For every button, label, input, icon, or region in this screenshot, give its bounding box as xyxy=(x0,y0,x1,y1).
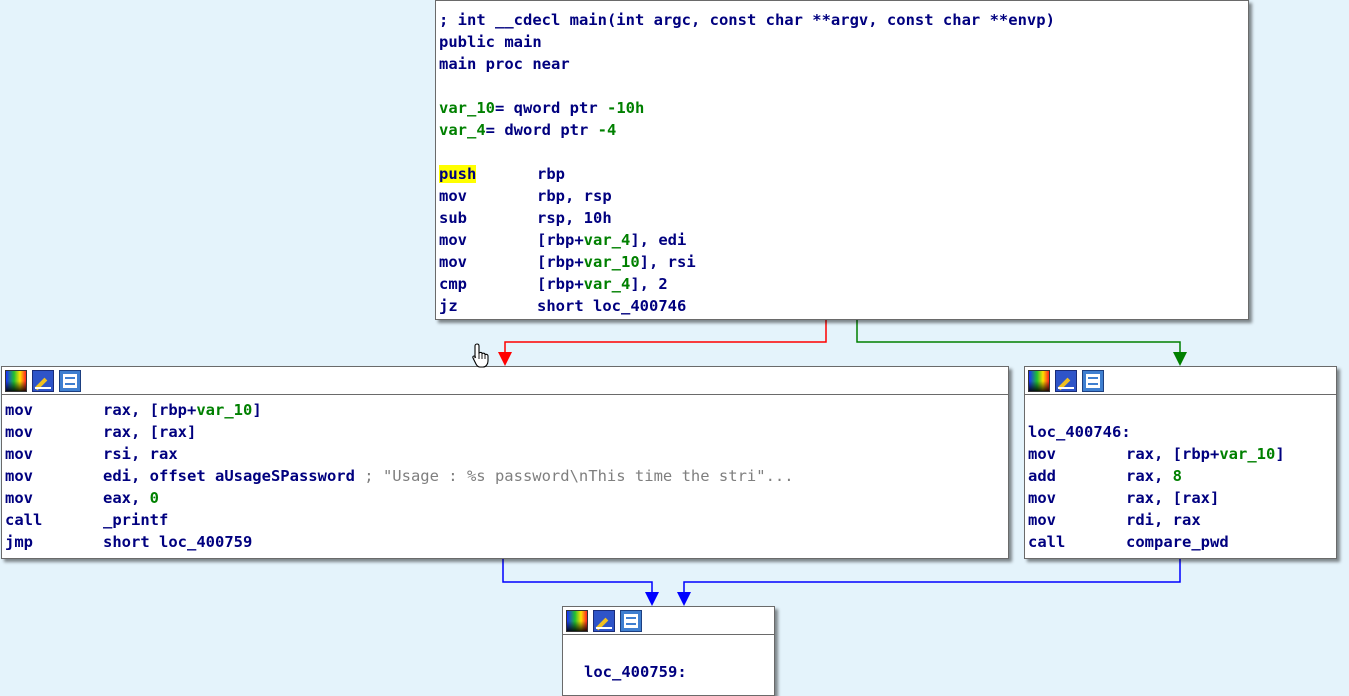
instruction-line[interactable]: mov edi, offset aUsageSPassword ; "Usage … xyxy=(5,465,1008,487)
edge-left-to-bottom xyxy=(502,559,653,598)
compare-code-block[interactable]: loc_400746: mov rax, [rbp+var_10] add rax,… xyxy=(1024,366,1337,559)
edge-right-arrowhead xyxy=(677,592,691,606)
instruction-line[interactable]: sub rsp, 10h xyxy=(439,207,1248,229)
hand-cursor-icon xyxy=(472,343,489,368)
edge-false-arrowhead xyxy=(498,352,512,366)
instruction-line[interactable]: mov [rbp+var_10], rsi xyxy=(439,251,1248,273)
color-palette-icon[interactable] xyxy=(5,369,27,392)
rename-edit-icon[interactable] xyxy=(32,369,54,392)
instruction-line[interactable]: cmp [rbp+var_4], 2 xyxy=(439,273,1248,295)
rename-edit-icon[interactable] xyxy=(1055,369,1077,392)
block-toolbar xyxy=(2,367,1008,395)
color-palette-icon[interactable] xyxy=(566,609,588,632)
location-label[interactable]: loc_400746: xyxy=(1028,421,1336,443)
block-toolbar xyxy=(563,607,774,635)
public-directive: public main xyxy=(439,33,542,51)
proc-directive: main proc near xyxy=(439,55,570,73)
edge-true xyxy=(856,320,1181,358)
color-palette-icon[interactable] xyxy=(1028,369,1050,392)
group-nodes-icon[interactable] xyxy=(620,609,642,632)
location-label[interactable]: loc_400759: xyxy=(566,661,774,683)
instruction-line[interactable]: mov eax, 0 xyxy=(5,487,1008,509)
instruction-line[interactable]: jz short loc_400746 xyxy=(439,295,1248,317)
instruction-line[interactable]: add rax, 8 xyxy=(1028,465,1336,487)
highlighted-mnemonic[interactable]: push xyxy=(439,165,477,183)
instruction-line[interactable]: mov rsi, rax xyxy=(5,443,1008,465)
edge-true-arrowhead xyxy=(1173,352,1187,366)
edge-right-to-bottom xyxy=(683,559,1181,598)
instruction-line[interactable]: call _printf xyxy=(5,509,1008,531)
instruction-line[interactable]: mov rbp, rsp xyxy=(439,185,1248,207)
instruction-line[interactable]: mov rax, [rbp+var_10] xyxy=(1028,443,1336,465)
instruction-line[interactable]: jmp short loc_400759 xyxy=(5,531,1008,553)
string-comment: ; "Usage : %s password\nThis time the st… xyxy=(354,467,794,485)
instruction-line[interactable]: mov rax, [rax] xyxy=(5,421,1008,443)
group-nodes-icon[interactable] xyxy=(59,369,81,392)
instruction-line[interactable]: mov rax, [rax] xyxy=(1028,487,1336,509)
exit-code-block[interactable]: loc_400759: xyxy=(562,606,775,696)
instruction-line[interactable]: call compare_pwd xyxy=(1028,531,1336,553)
instruction-line[interactable]: mov rdi, rax xyxy=(1028,509,1336,531)
rename-edit-icon[interactable] xyxy=(593,609,615,632)
block-toolbar xyxy=(1025,367,1336,395)
usage-code-block[interactable]: mov rax, [rbp+var_10] mov rax, [rax] mov rs… xyxy=(1,366,1009,559)
main-code-block[interactable]: ; int __cdecl main(int argc, const char … xyxy=(435,0,1249,320)
var-definition: var_10= qword ptr -10h xyxy=(439,99,645,117)
group-nodes-icon[interactable] xyxy=(1082,369,1104,392)
edge-false xyxy=(504,320,827,358)
var-definition: var_4= dword ptr -4 xyxy=(439,121,617,139)
instruction-line[interactable]: mov [rbp+var_4], edi xyxy=(439,229,1248,251)
edge-left-arrowhead xyxy=(645,592,659,606)
function-signature-comment: ; int __cdecl main(int argc, const char … xyxy=(439,11,1055,29)
instruction-line[interactable]: push rbp xyxy=(439,163,1248,185)
instruction-line[interactable]: mov rax, [rbp+var_10] xyxy=(5,399,1008,421)
